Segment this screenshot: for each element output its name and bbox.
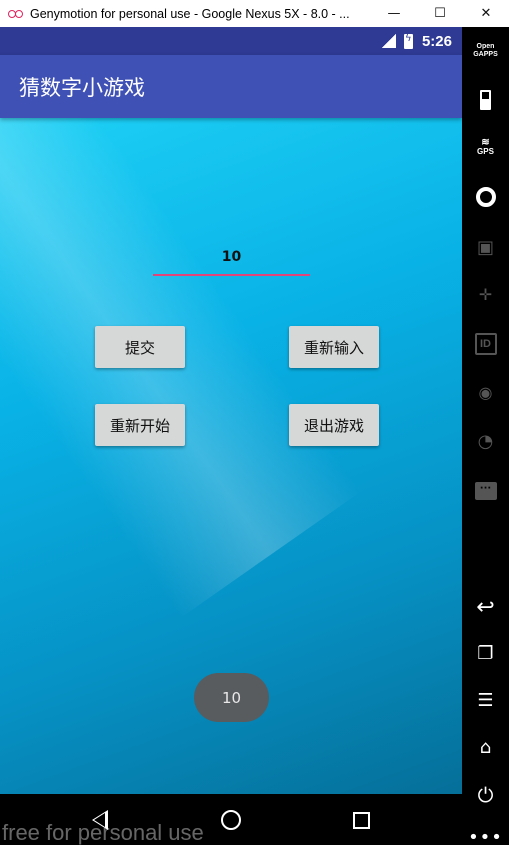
device-id-widget-icon[interactable]: ID [462, 332, 509, 356]
close-button[interactable]: ✕ [463, 0, 509, 27]
dpad-widget-icon[interactable]: ✛ [462, 285, 509, 304]
disk-io-widget-icon[interactable]: ◉ [462, 383, 509, 402]
window-title: Genymotion for personal use - Google Nex… [30, 6, 350, 21]
opengapps-line1: Open [476, 43, 495, 50]
opengapps-icon[interactable]: Open GAPPS [462, 43, 509, 59]
recent-apps-icon[interactable]: ❐ [462, 643, 509, 664]
app-title: 猜数字小游戏 [19, 75, 145, 100]
power-button-icon[interactable]: ⏻ [462, 783, 509, 807]
submit-button[interactable]: 提交 [95, 326, 185, 368]
minimize-button[interactable]: — [371, 0, 417, 27]
toast-message: 10 [194, 673, 269, 722]
device-screen: 5:26 猜数字小游戏 提交 重新输入 重新开始 退出游戏 10 [0, 27, 462, 794]
home-button-icon[interactable]: ⌂ [462, 737, 509, 758]
app-content: 提交 重新输入 重新开始 退出游戏 10 [0, 118, 462, 794]
network-widget-icon[interactable]: ◔ [462, 431, 509, 452]
battery-charging-icon [403, 33, 413, 49]
gps-label: GPS [477, 147, 494, 156]
status-bar: 5:26 [0, 27, 462, 55]
battery-widget-icon[interactable] [462, 89, 509, 111]
android-nav-bar: free for personal use [0, 794, 462, 845]
watermark-text: free for personal use [2, 820, 204, 845]
maximize-button[interactable]: ☐ [417, 0, 463, 27]
status-time: 5:26 [421, 32, 452, 50]
reenter-button[interactable]: 重新输入 [289, 326, 379, 368]
phone-sms-widget-icon[interactable]: ··· [462, 479, 509, 503]
nav-home-icon[interactable] [221, 810, 241, 830]
menu-button-icon[interactable]: ☰ [462, 690, 509, 711]
capture-widget-icon[interactable]: ▣ [462, 237, 509, 258]
genymotion-logo-icon [8, 9, 24, 19]
gps-widget-icon[interactable]: ≋ GPS [462, 138, 509, 157]
restart-button[interactable]: 重新开始 [95, 404, 185, 446]
exit-game-button[interactable]: 退出游戏 [289, 404, 379, 446]
genymotion-sidebar: Open GAPPS ≋ GPS ▣ ✛ ID ◉ ◔ ··· ↩ ❐ ☰ ⌂ … [462, 27, 509, 848]
guess-number-input[interactable] [153, 236, 310, 276]
camera-widget-icon[interactable] [462, 185, 509, 209]
opengapps-line2: GAPPS [473, 51, 498, 58]
window-titlebar: Genymotion for personal use - Google Nex… [0, 0, 509, 27]
back-button-icon[interactable]: ↩ [462, 595, 509, 620]
signal-icon [381, 34, 396, 48]
app-bar: 猜数字小游戏 [0, 55, 462, 118]
nav-recents-icon[interactable] [353, 812, 370, 829]
window-controls: — ☐ ✕ [371, 0, 509, 27]
